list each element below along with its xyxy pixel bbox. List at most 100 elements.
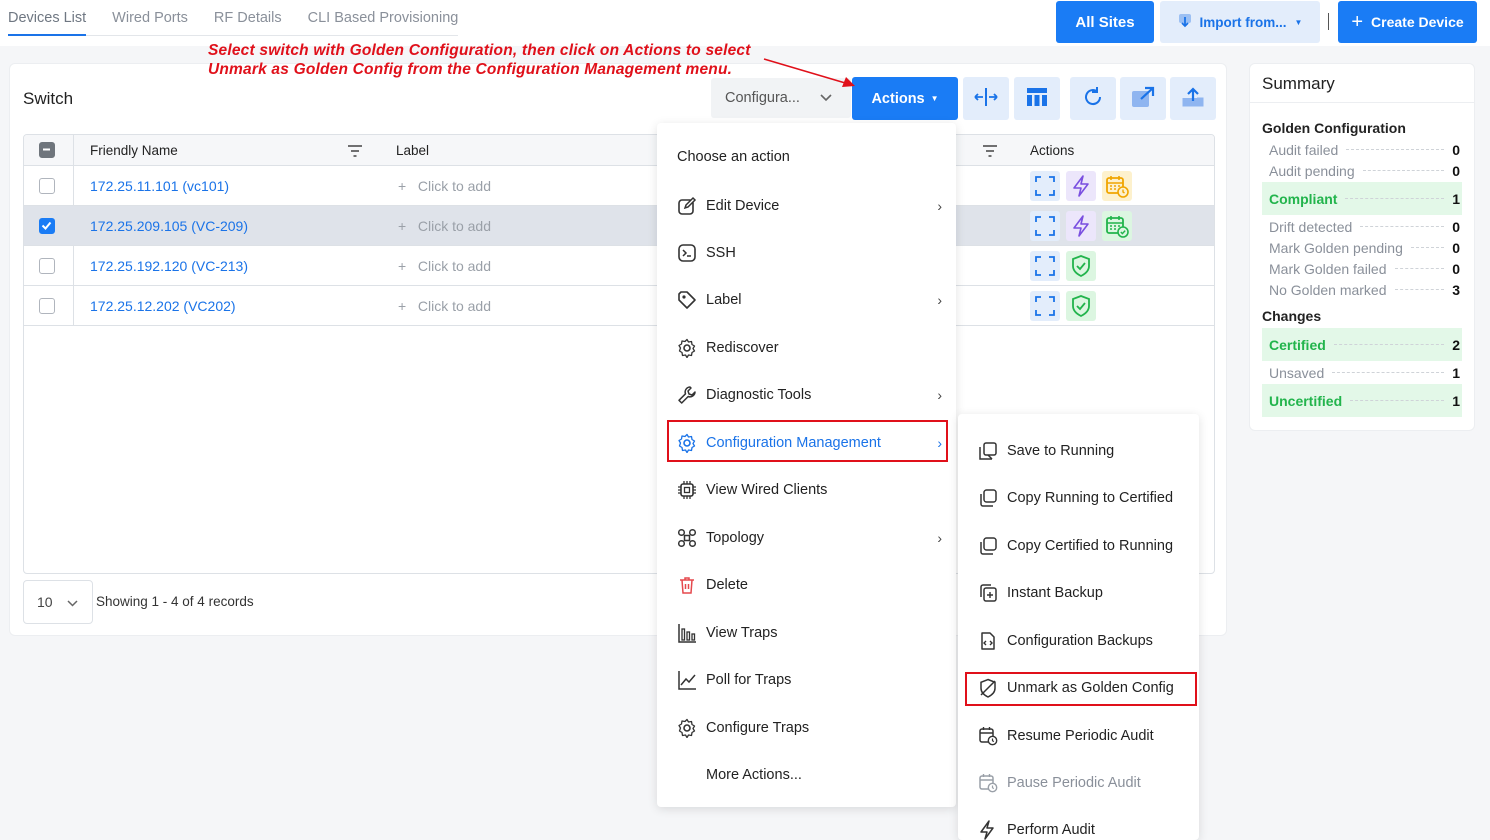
label-add[interactable]: + Click to add: [398, 218, 491, 234]
edit-device-icon: [677, 196, 697, 216]
submenu-item-copy-certified-to-running[interactable]: Copy Certified to Running: [958, 526, 1199, 566]
bolt-icon[interactable]: [1066, 211, 1096, 241]
submenu-item-instant-backup[interactable]: Instant Backup: [958, 573, 1199, 613]
menu-item-poll-for-traps[interactable]: Poll for Traps: [657, 660, 956, 700]
summary-row-unsaved[interactable]: Unsaved 1: [1262, 362, 1462, 383]
submenu-item-configuration-backups[interactable]: Configuration Backups: [958, 621, 1199, 661]
menu-item-configure-traps[interactable]: Configure Traps: [657, 708, 956, 748]
import-from-button[interactable]: Import from... ▼: [1160, 1, 1320, 43]
filter-icon[interactable]: [983, 144, 997, 160]
submenu-item-label: Save to Running: [1007, 443, 1115, 459]
submenu-item-perform-audit[interactable]: Perform Audit: [958, 810, 1199, 840]
all-sites-label: All Sites: [1075, 13, 1135, 31]
column-label[interactable]: Label: [396, 143, 429, 158]
calendar-pause-icon: [978, 773, 998, 793]
menu-item-label: Delete: [706, 577, 748, 593]
top-bar: Devices List Wired Ports RF Details CLI …: [0, 0, 1490, 46]
summary-row-audit-pending[interactable]: Audit pending 0: [1262, 160, 1462, 181]
table-row[interactable]: 172.25.192.120 (VC-213) + Click to add: [24, 246, 1214, 286]
shield-check-icon[interactable]: [1066, 291, 1096, 321]
refresh-button[interactable]: [1070, 77, 1116, 120]
submenu-item-pause-periodic-audit[interactable]: Pause Periodic Audit: [958, 763, 1199, 803]
summary-row-drift-detected[interactable]: Drift detected 0: [1262, 216, 1462, 237]
submenu-item-resume-periodic-audit[interactable]: Resume Periodic Audit: [958, 716, 1199, 756]
table-row[interactable]: 172.25.11.101 (vc101) + Click to add: [24, 166, 1214, 206]
summary-label: Audit pending: [1269, 162, 1355, 179]
upload-button[interactable]: [1170, 77, 1216, 120]
row-actions: [1030, 171, 1132, 201]
export-button[interactable]: [1120, 77, 1166, 120]
menu-item-more-actions[interactable]: More Actions...: [657, 755, 956, 795]
summary-row-compliant[interactable]: Compliant 1: [1262, 182, 1462, 215]
menu-item-diagnostic-tools[interactable]: Diagnostic Tools ›: [657, 375, 956, 415]
calendar-pending-icon[interactable]: [1102, 171, 1132, 201]
menu-item-edit-device[interactable]: Edit Device ›: [657, 186, 956, 226]
device-name-link[interactable]: 172.25.11.101 (vc101): [90, 178, 229, 194]
row-checkbox[interactable]: [39, 298, 55, 314]
tab-wired-ports[interactable]: Wired Ports: [112, 0, 188, 36]
menu-item-ssh[interactable]: SSH: [657, 233, 956, 273]
tab-cli-provisioning[interactable]: CLI Based Provisioning: [308, 0, 459, 36]
copy-icon: [978, 488, 998, 508]
summary-row-uncertified[interactable]: Uncertified 1: [1262, 384, 1462, 417]
menu-item-delete[interactable]: Delete: [657, 565, 956, 605]
select-all-checkbox[interactable]: [39, 142, 55, 158]
submenu-item-save-to-running[interactable]: Save to Running: [958, 431, 1199, 471]
row-checkbox[interactable]: [39, 258, 55, 274]
shield-check-icon[interactable]: [1066, 251, 1096, 281]
label-add-text: Click to add: [417, 218, 492, 234]
label-add-text: Click to add: [417, 178, 492, 194]
menu-item-label: Diagnostic Tools: [706, 387, 812, 403]
menu-item-view-wired-clients[interactable]: View Wired Clients: [657, 470, 956, 510]
expand-icon[interactable]: [1030, 171, 1060, 201]
label-add[interactable]: + Click to add: [398, 298, 491, 314]
column-actions: Actions: [1030, 143, 1075, 158]
label-add[interactable]: + Click to add: [398, 178, 491, 194]
summary-value: 0: [1452, 239, 1460, 256]
filter-icon[interactable]: [348, 144, 362, 160]
split-horizontal-icon: [973, 87, 999, 110]
tag-icon: [677, 290, 697, 310]
menu-item-label[interactable]: Label ›: [657, 280, 956, 320]
import-from-label: Import from...: [1199, 14, 1287, 30]
table-row[interactable]: 172.25.209.105 (VC-209) + Click to add: [24, 206, 1214, 246]
all-sites-button[interactable]: All Sites: [1056, 1, 1154, 43]
bolt-icon[interactable]: [1066, 171, 1096, 201]
page-size-select[interactable]: 10: [23, 580, 93, 624]
split-view-button[interactable]: [963, 77, 1009, 120]
summary-value: 1: [1452, 190, 1460, 207]
submenu-item-label: Configuration Backups: [1007, 633, 1153, 649]
row-checkbox[interactable]: [39, 218, 55, 234]
summary-row-mark-golden-failed[interactable]: Mark Golden failed 0: [1262, 258, 1462, 279]
summary-row-certified[interactable]: Certified 2: [1262, 328, 1462, 361]
columns-button[interactable]: [1014, 77, 1060, 120]
device-name-link[interactable]: 172.25.12.202 (VC202): [90, 298, 236, 314]
summary-row-mark-golden-pending[interactable]: Mark Golden pending 0: [1262, 237, 1462, 258]
menu-item-label: More Actions...: [706, 767, 802, 783]
create-device-button[interactable]: + Create Device: [1338, 1, 1477, 43]
expand-icon[interactable]: [1030, 251, 1060, 281]
menu-item-topology[interactable]: Topology ›: [657, 518, 956, 558]
label-add-text: Click to add: [417, 298, 492, 314]
bar-chart-icon: [677, 623, 697, 643]
table-row[interactable]: 172.25.12.202 (VC202) + Click to add: [24, 286, 1214, 326]
device-name-link[interactable]: 172.25.209.105 (VC-209): [90, 218, 248, 234]
column-friendly-name[interactable]: Friendly Name: [90, 143, 178, 158]
row-checkbox[interactable]: [39, 178, 55, 194]
save-running-icon: [978, 441, 998, 461]
menu-item-rediscover[interactable]: Rediscover: [657, 328, 956, 368]
tab-devices-list[interactable]: Devices List: [8, 0, 87, 36]
expand-icon[interactable]: [1030, 211, 1060, 241]
header-divider: [1328, 13, 1329, 30]
expand-icon[interactable]: [1030, 291, 1060, 321]
summary-row-audit-failed[interactable]: Audit failed 0: [1262, 139, 1462, 160]
label-add[interactable]: + Click to add: [398, 258, 491, 274]
submenu-item-copy-running-to-certified[interactable]: Copy Running to Certified: [958, 478, 1199, 518]
summary-value: 0: [1452, 162, 1460, 179]
device-name-link[interactable]: 172.25.192.120 (VC-213): [90, 258, 248, 274]
summary-row-no-golden-marked[interactable]: No Golden marked 3: [1262, 279, 1462, 300]
menu-item-view-traps[interactable]: View Traps: [657, 613, 956, 653]
tab-rf-details[interactable]: RF Details: [214, 0, 282, 36]
calendar-check-icon[interactable]: [1102, 211, 1132, 241]
file-code-icon: [978, 631, 998, 651]
